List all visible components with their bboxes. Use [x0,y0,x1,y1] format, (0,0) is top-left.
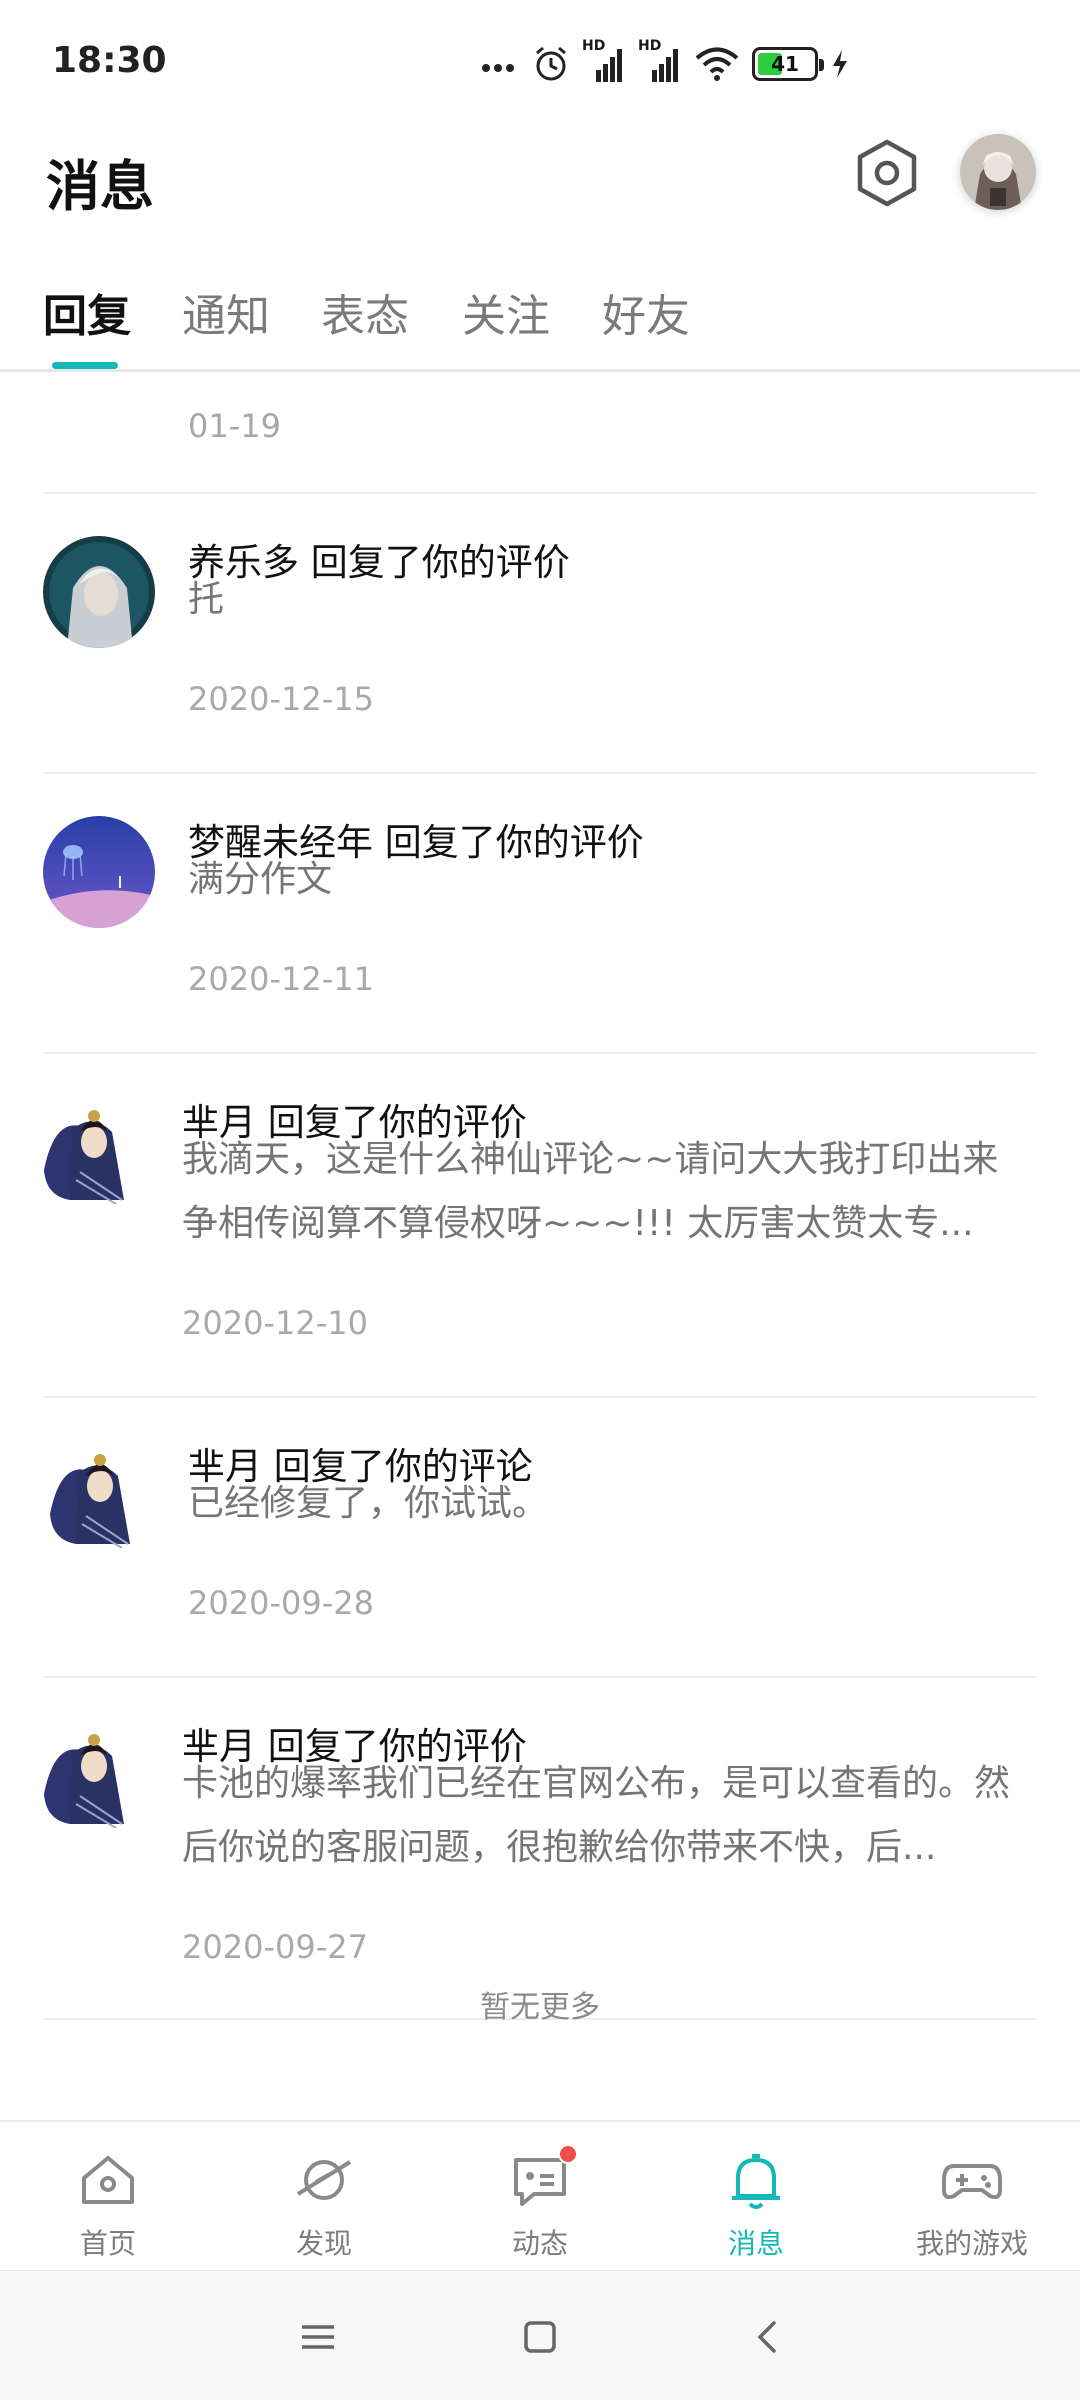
page-title: 消息 [46,155,154,218]
nav-discover-label: 发现 [295,2227,352,2260]
no-more-text: 暂无更多 [480,1990,600,2025]
wifi-icon [695,47,739,81]
avatar[interactable] [43,536,155,648]
list-item[interactable]: 芈月 回复了你的评价 我滴天，这是什么神仙评论~~请问大大我打印出来争相传阅算不… [0,1054,1080,1398]
charging-bolt-icon [833,50,847,78]
avatar-silver-hair-image [43,536,155,648]
hd-label-2: HD [638,38,662,54]
avatar-jellyfish-image [43,816,155,928]
avatar[interactable] [42,1444,146,1548]
avatar[interactable] [43,816,155,928]
list-item-date: 01-19 [188,407,281,445]
settings-icon [857,139,917,207]
alarm-icon [536,46,566,81]
avatar[interactable] [36,1100,140,1204]
reply-date: 2020-12-11 [188,960,374,998]
bottom-nav: 首页 发现 动态 消息 我的游戏 [0,2120,1080,2270]
user-avatar-image [960,134,1036,210]
square-icon [524,2321,556,2353]
reply-content: 已经修复了，你试试。 [188,1483,549,1524]
user-avatar[interactable] [960,134,1036,210]
notification-badge [558,2144,578,2164]
menu-icon [302,2325,334,2349]
nav-feed[interactable]: 动态 [460,2144,620,2262]
reply-content: 卡池的爆率我们已经在官网公布，是可以查看的。然后你说的客服问题，很抱歉给你带来不… [182,1763,1011,1868]
more-dots-icon [482,64,514,72]
reply-content: 我滴天，这是什么神仙评论~~请问大大我打印出来争相传阅算不算侵权呀~~~!!! … [182,1139,999,1244]
back-button[interactable] [746,2315,790,2359]
nav-my-games-label: 我的游戏 [915,2227,1028,2260]
list-item[interactable]: 芈月 回复了你的评价 卡池的爆率我们已经在官网公布，是可以查看的。然后你说的客服… [0,1678,1080,2022]
nav-home[interactable]: 首页 [28,2148,188,2262]
reply-date: 2020-09-27 [182,1928,368,1966]
reply-date: 2020-12-10 [182,1304,368,1342]
settings-button[interactable] [850,136,924,210]
nav-my-games[interactable]: 我的游戏 [892,2148,1052,2262]
avatar-miyue-image [50,1454,130,1548]
tab-reactions[interactable]: 表态 [321,280,409,344]
avatar[interactable] [36,1724,140,1828]
list-item[interactable]: 芈月 回复了你的评论 已经修复了，你试试。 2020-09-28 [0,1398,1080,1676]
app-header: 消息 [0,120,1080,260]
avatar-miyue-image [44,1110,124,1204]
signal-1: HD [582,38,626,84]
reply-content: 托 [188,579,225,620]
bell-icon [724,2148,788,2212]
gamepad-icon [940,2148,1004,2212]
nav-discover[interactable]: 发现 [244,2148,404,2262]
back-icon [757,2321,776,2353]
nav-feed-label: 动态 [511,2227,568,2260]
battery-indicator: 41 [752,47,824,81]
home-icon [76,2148,140,2212]
reply-date: 2020-12-15 [188,680,374,718]
reply-date: 2020-09-28 [188,1584,374,1622]
status-time: 18:30 [52,40,167,81]
battery-level: 41 [771,52,799,76]
tab-notifications[interactable]: 通知 [182,280,270,344]
status-icons: HD HD 41 [480,38,850,88]
status-bar: 18:30 HD HD 41 [0,0,1080,120]
hd-label-1: HD [582,38,606,54]
active-tab-indicator [52,362,118,369]
discover-planet-icon [292,2148,356,2212]
avatar-miyue-image [44,1734,124,1828]
nav-messages-label: 消息 [727,2227,784,2260]
message-tabs: 回复 通知 表态 关注 好友 [0,260,1080,372]
tab-friends[interactable]: 好友 [602,280,690,344]
home-button[interactable] [518,2315,562,2359]
list-item[interactable]: 养乐多 回复了你的评价 托 2020-12-15 [0,494,1080,772]
chat-bubble-icon [508,2144,578,2212]
nav-home-label: 首页 [79,2227,136,2260]
tab-follows[interactable]: 关注 [462,280,550,344]
system-nav-bar [0,2270,1080,2400]
reply-content: 满分作文 [188,859,333,900]
nav-messages[interactable]: 消息 [676,2148,836,2262]
tab-replies[interactable]: 回复 [43,280,131,344]
menu-button[interactable] [296,2315,340,2359]
signal-2: HD [638,38,682,84]
list-item[interactable]: 梦醒未经年 回复了你的评价 满分作文 2020-12-11 [0,774,1080,1052]
